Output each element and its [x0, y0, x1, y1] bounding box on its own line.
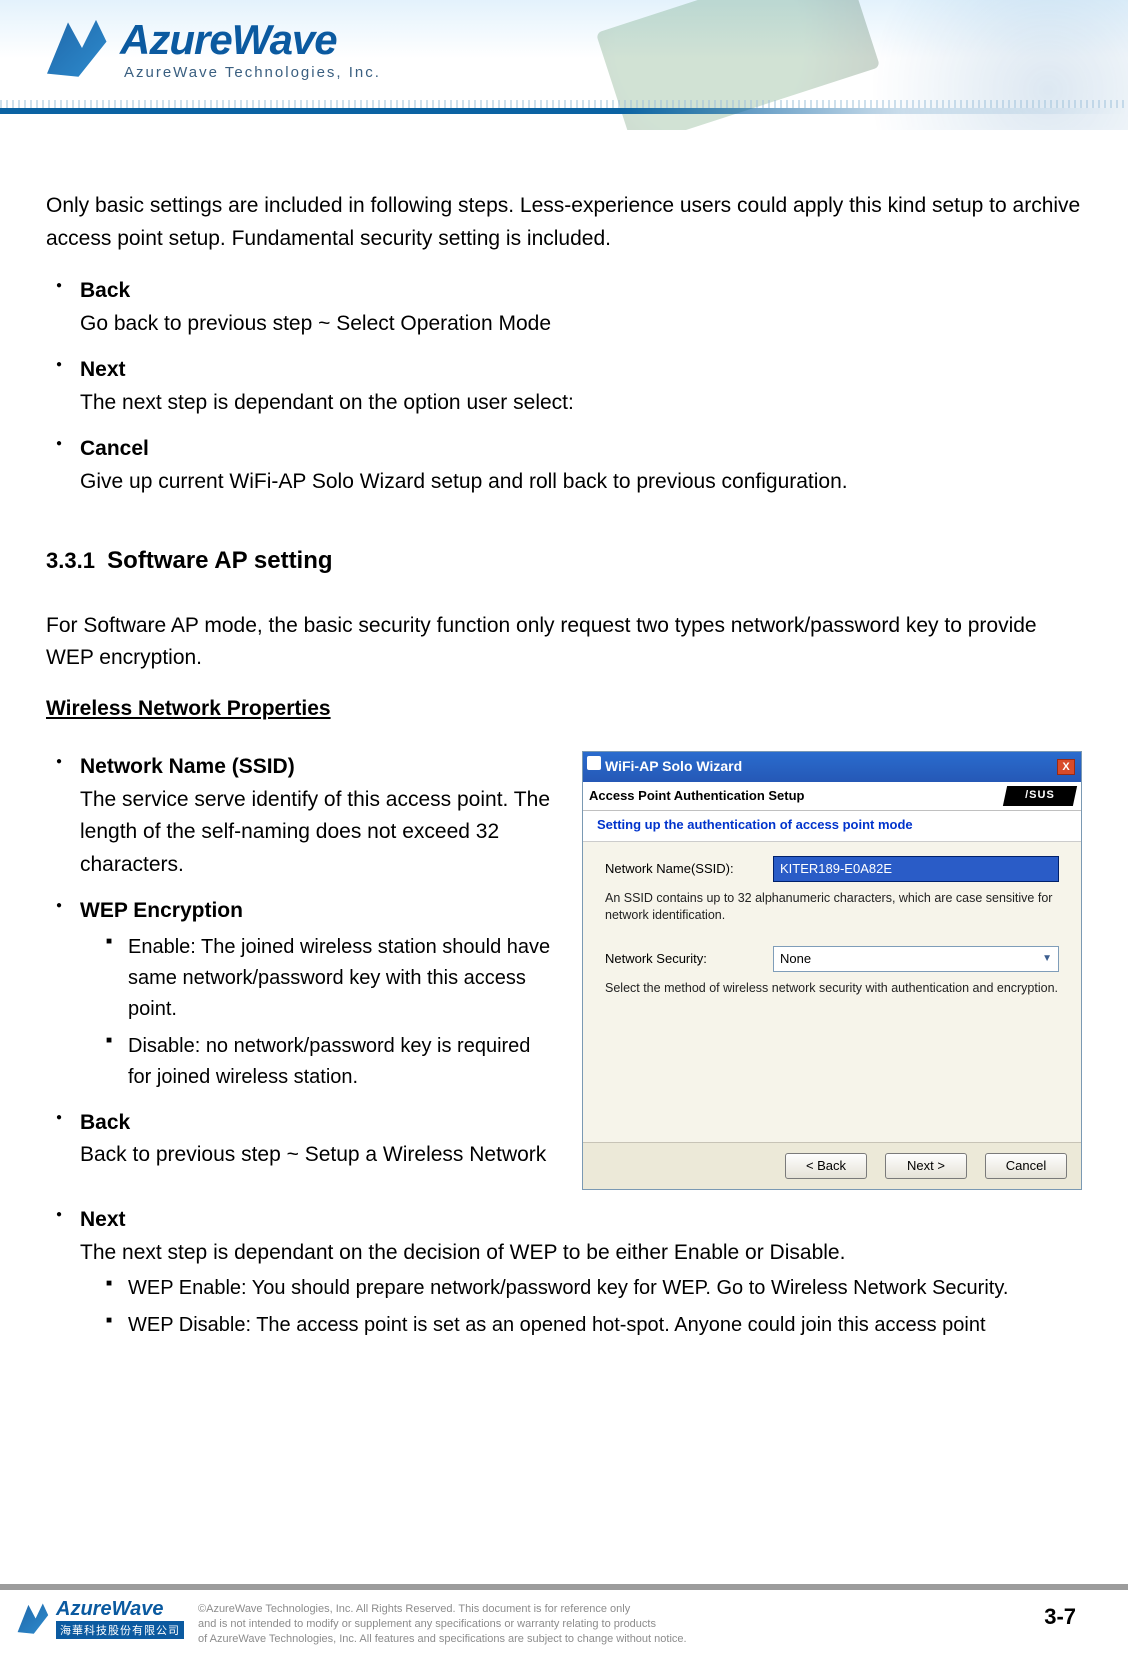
- next-wep-enable: WEP Enable: You should prepare network/p…: [100, 1273, 1082, 1304]
- dialog-heading1: Access Point Authentication Setup: [589, 786, 805, 806]
- page-footer: AzureWave 海華科技股份有限公司 ©AzureWave Technolo…: [0, 1584, 1128, 1664]
- nav-list: Back Go back to previous step ~ Select O…: [46, 275, 1082, 498]
- nav-label: Next: [80, 358, 126, 381]
- dialog-titlebar: WiFi-AP Solo Wizard X: [583, 752, 1081, 782]
- company-logo: AzureWave AzureWave Technologies, Inc.: [40, 16, 381, 81]
- footer-logo-icon: [14, 1602, 50, 1636]
- nav-desc: Go back to previous step ~ Select Operat…: [80, 308, 1082, 341]
- section-intro: For Software AP mode, the basic security…: [46, 610, 1082, 675]
- prop-wep: WEP Encryption Enable: The joined wirele…: [46, 895, 552, 1093]
- wep-sublist: Enable: The joined wireless station shou…: [80, 932, 552, 1093]
- prop-label: Back: [80, 1111, 130, 1134]
- prop-ssid: Network Name (SSID) The service serve id…: [46, 751, 552, 881]
- footer-logo: AzureWave 海華科技股份有限公司: [14, 1598, 184, 1639]
- next-wep-disable: WEP Disable: The access point is set as …: [100, 1310, 1082, 1341]
- brand-badge: /SUS: [1003, 786, 1077, 806]
- prop-desc: The next step is dependant on the decisi…: [80, 1237, 1082, 1270]
- properties-list-cont: Next The next step is dependant on the d…: [46, 1204, 1082, 1341]
- intro-paragraph: Only basic settings are included in foll…: [46, 190, 1082, 255]
- security-help: Select the method of wireless network se…: [605, 980, 1059, 997]
- banner-rule: [0, 108, 1128, 114]
- footer-brand-cn: 海華科技股份有限公司: [56, 1621, 184, 1639]
- copy-line: and is not intended to modify or supplem…: [198, 1617, 687, 1632]
- section-heading: 3.3.1 Software AP setting: [46, 542, 333, 579]
- ssid-input[interactable]: KITER189-E0A82E: [773, 856, 1059, 882]
- prop-desc: The service serve identify of this acces…: [80, 784, 552, 882]
- copy-line: ©AzureWave Technologies, Inc. All Rights…: [198, 1602, 687, 1617]
- nav-item-next: Next The next step is dependant on the o…: [46, 354, 1082, 419]
- subheading: Wireless Network Properties: [46, 693, 1082, 726]
- wizard-dialog: WiFi-AP Solo Wizard X Access Point Authe…: [582, 751, 1082, 1190]
- cancel-button[interactable]: Cancel: [985, 1153, 1067, 1179]
- footer-brand: AzureWave: [56, 1598, 184, 1621]
- header-banner: AzureWave AzureWave Technologies, Inc.: [0, 0, 1128, 130]
- security-select[interactable]: None ▼: [773, 946, 1059, 972]
- nav-item-cancel: Cancel Give up current WiFi-AP Solo Wiza…: [46, 433, 1082, 498]
- section-title: Software AP setting: [107, 547, 332, 574]
- dialog-body: Network Name(SSID): KITER189-E0A82E An S…: [583, 842, 1081, 1142]
- nav-desc: The next step is dependant on the option…: [80, 387, 1082, 420]
- dialog-button-row: < Back Next > Cancel: [583, 1142, 1081, 1189]
- logo-icon: [40, 16, 110, 80]
- company-name: AzureWave: [120, 16, 381, 64]
- footer-copyright: ©AzureWave Technologies, Inc. All Rights…: [198, 1598, 687, 1647]
- nav-label: Back: [80, 279, 130, 302]
- ssid-label: Network Name(SSID):: [605, 859, 755, 879]
- ssid-help: An SSID contains up to 32 alphanumeric c…: [605, 890, 1059, 924]
- prop-label: Next: [80, 1208, 126, 1231]
- nav-label: Cancel: [80, 437, 149, 460]
- next-button[interactable]: Next >: [885, 1153, 967, 1179]
- properties-list: Network Name (SSID) The service serve id…: [46, 751, 552, 1172]
- page-number: 3-7: [1044, 1604, 1076, 1630]
- nav-desc: Give up current WiFi-AP Solo Wizard setu…: [80, 466, 1082, 499]
- wep-enable: Enable: The joined wireless station shou…: [100, 932, 552, 1025]
- prop-label: Network Name (SSID): [80, 755, 295, 778]
- dialog-heading-row: Access Point Authentication Setup /SUS: [583, 782, 1081, 811]
- security-label: Network Security:: [605, 949, 755, 969]
- close-icon[interactable]: X: [1057, 759, 1075, 775]
- section-number: 3.3.1: [46, 548, 95, 573]
- chevron-down-icon: ▼: [1042, 951, 1052, 967]
- back-button[interactable]: < Back: [785, 1153, 867, 1179]
- page-content: Only basic settings are included in foll…: [0, 130, 1128, 1341]
- wep-disable: Disable: no network/password key is requ…: [100, 1031, 552, 1093]
- prop-back: Back Back to previous step ~ Setup a Wir…: [46, 1107, 552, 1172]
- dialog-title-text: WiFi-AP Solo Wizard: [605, 756, 742, 778]
- window-icon: [587, 756, 601, 770]
- next-sublist: WEP Enable: You should prepare network/p…: [80, 1273, 1082, 1341]
- security-value: None: [780, 949, 811, 969]
- dialog-heading2: Setting up the authentication of access …: [583, 811, 1081, 842]
- nav-item-back: Back Go back to previous step ~ Select O…: [46, 275, 1082, 340]
- copy-line: of AzureWave Technologies, Inc. All feat…: [198, 1632, 687, 1647]
- prop-label: WEP Encryption: [80, 899, 243, 922]
- company-sub: AzureWave Technologies, Inc.: [120, 64, 381, 81]
- prop-desc: Back to previous step ~ Setup a Wireless…: [80, 1139, 552, 1172]
- prop-next: Next The next step is dependant on the d…: [46, 1204, 1082, 1341]
